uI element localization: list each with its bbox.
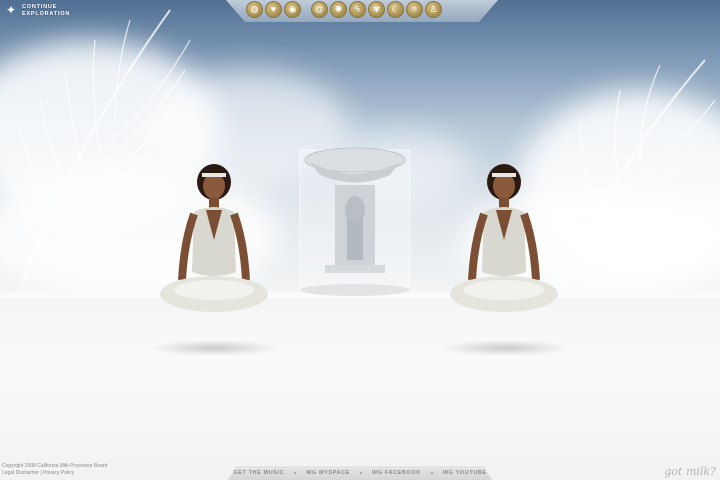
footer-links-bar: GET THE MUSIC WG MYSPACE WG FACEBOOK WG … (228, 466, 492, 480)
nav-icons: ◍ ♥ ◉ @ ✺ ϟ ✾ ☾ ⚛ ♙ (246, 1, 442, 18)
facebook-link[interactable]: WG FACEBOOK (372, 470, 421, 476)
youtube-link[interactable]: WG YOUTUBE (443, 470, 487, 476)
logo-line2: EXPLORATION (22, 10, 71, 17)
swirl-icon[interactable]: @ (311, 1, 328, 18)
atom-icon[interactable]: ⚛ (406, 1, 423, 18)
eye-icon[interactable]: ◉ (284, 1, 301, 18)
got-milk-logo[interactable]: got milk? (664, 465, 716, 478)
levitation-shadow-right (440, 340, 570, 356)
white-floor (0, 292, 720, 480)
legal-disclaimer-link[interactable]: Legal Disclaimer (2, 470, 39, 476)
meditating-woman-left (160, 164, 268, 312)
footer-legal: Copyright 2008 California Milk Processor… (2, 463, 107, 477)
lotus-icon[interactable]: ✾ (368, 1, 385, 18)
meditating-woman-right (450, 164, 558, 312)
sun-icon[interactable]: ✺ (330, 1, 347, 18)
logo-text: CONTINUE EXPLORATION (22, 4, 70, 17)
crescent-icon[interactable]: ☾ (387, 1, 404, 18)
footer-separator: | (40, 470, 42, 476)
myspace-link[interactable]: WG MYSPACE (306, 470, 350, 476)
top-nav-bar: ◍ ♥ ◉ @ ✺ ϟ ✾ ☾ ⚛ ♙ (226, 0, 498, 22)
footer-dot (430, 472, 433, 474)
lightning-icon[interactable]: ϟ (349, 1, 366, 18)
footer-dot (294, 472, 297, 474)
fountain-statue (299, 147, 411, 296)
levitation-shadow-left (150, 340, 280, 356)
figure-icon[interactable]: ♙ (425, 1, 442, 18)
heart-icon[interactable]: ♥ (265, 1, 282, 18)
get-the-music-link[interactable]: GET THE MUSIC (233, 470, 284, 476)
milk-drop-icon[interactable]: ◍ (246, 1, 263, 18)
continue-exploration-link[interactable]: ✦ CONTINUE EXPLORATION (6, 4, 70, 17)
copyright-text: Copyright 2008 California Milk Processor… (2, 463, 108, 469)
heaven-scene (0, 0, 720, 480)
privacy-policy-link[interactable]: Privacy Policy (43, 470, 74, 476)
footer-dot (360, 472, 363, 474)
star-icon: ✦ (6, 3, 17, 17)
